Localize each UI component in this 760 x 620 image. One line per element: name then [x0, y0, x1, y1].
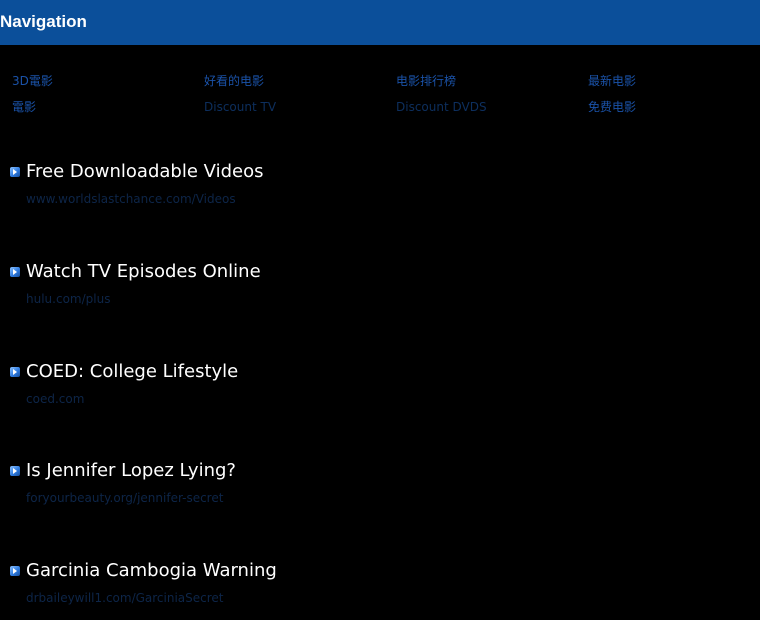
ad-item: Garcinia Cambogia Warning drbaileywill1.… [10, 560, 710, 620]
ad-url-link[interactable]: drbaileywill1.com/GarciniaSecret [26, 590, 224, 606]
nav-link-latest-movies[interactable]: 最新电影 [588, 72, 636, 90]
ad-url-link[interactable]: www.worldslastchance.com/Videos [26, 191, 236, 207]
arrow-bullet-icon [10, 566, 20, 576]
arrow-bullet-icon [10, 267, 20, 277]
header-title: Navigation [0, 12, 87, 31]
nav-link-movies[interactable]: 電影 [12, 98, 36, 116]
ad-item: Free Downloadable Videos www.worldslastc… [10, 161, 710, 221]
ad-title-link[interactable]: Is Jennifer Lopez Lying? [26, 460, 236, 482]
nav-link-free-movies[interactable]: 免费电影 [588, 98, 636, 116]
nav-link-discount-dvds[interactable]: Discount DVDS [396, 98, 487, 116]
ad-title-link[interactable]: COED: College Lifestyle [26, 361, 238, 383]
ad-item: Is Jennifer Lopez Lying? foryourbeauty.o… [10, 460, 710, 520]
ad-item: COED: College Lifestyle coed.com [10, 361, 710, 421]
ad-title-link[interactable]: Watch TV Episodes Online [26, 261, 261, 283]
ad-item: Watch TV Episodes Online hulu.com/plus [10, 261, 710, 321]
navigation-header: Navigation [0, 0, 760, 45]
ad-title-link[interactable]: Garcinia Cambogia Warning [26, 560, 277, 582]
nav-link-good-movies[interactable]: 好看的电影 [204, 72, 264, 90]
nav-link-3d-movies[interactable]: 3D電影 [12, 72, 53, 90]
ad-url-link[interactable]: hulu.com/plus [26, 291, 110, 307]
arrow-bullet-icon [10, 367, 20, 377]
ad-title-link[interactable]: Free Downloadable Videos [26, 161, 263, 183]
nav-link-movie-rankings[interactable]: 电影排行榜 [396, 72, 456, 90]
ad-url-link[interactable]: foryourbeauty.org/jennifer-secret [26, 490, 223, 506]
arrow-bullet-icon [10, 466, 20, 476]
nav-link-grid: 3D電影 好看的电影 电影排行榜 最新电影 電影 Discount TV Dis… [0, 70, 760, 118]
ad-url-link[interactable]: coed.com [26, 391, 84, 407]
arrow-bullet-icon [10, 167, 20, 177]
nav-link-discount-tv[interactable]: Discount TV [204, 98, 276, 116]
